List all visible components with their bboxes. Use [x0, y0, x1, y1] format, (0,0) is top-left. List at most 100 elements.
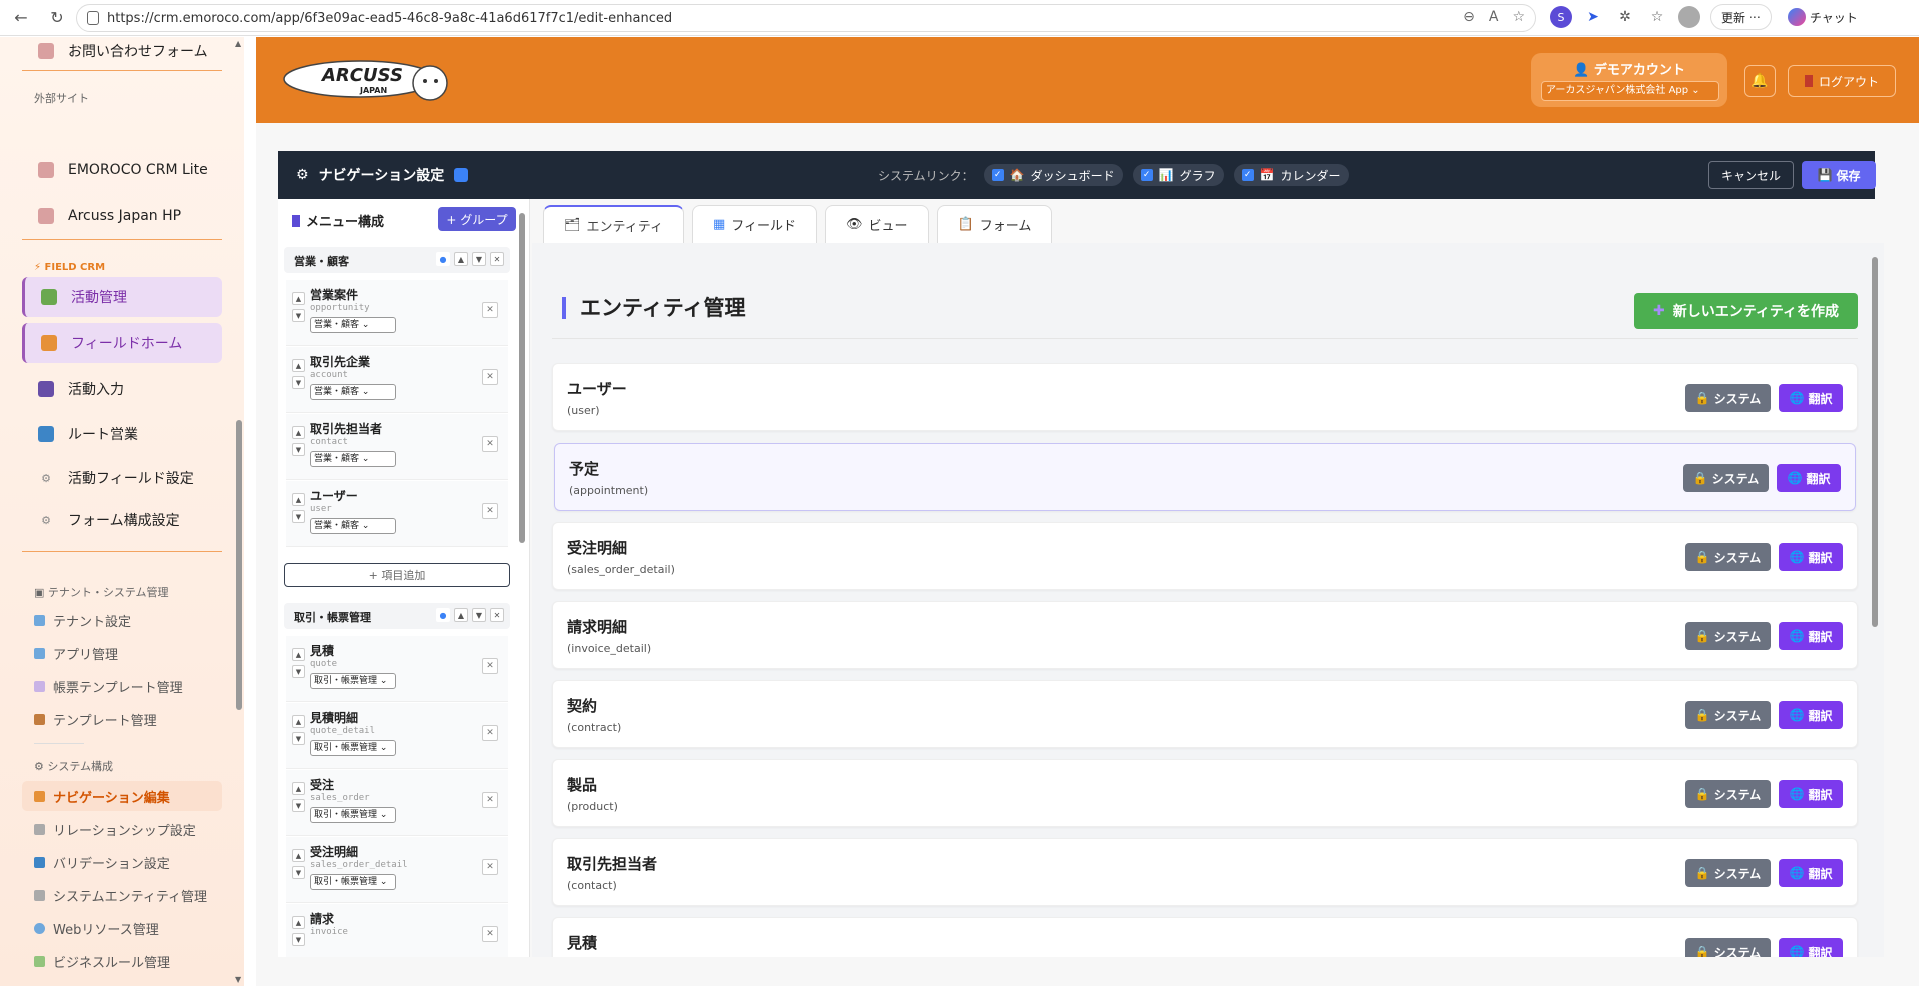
remove-item-icon[interactable]: ✕ [482, 859, 498, 875]
color-icon[interactable]: ● [436, 608, 450, 622]
system-badge-button[interactable]: 🔒 システム [1685, 938, 1771, 957]
menu-item[interactable]: ▲ ▼ 見積明細 quote_detail 取引・帳票管理 ⌄ ✕ [286, 703, 508, 769]
menu-item[interactable]: ▲ ▼ 受注明細 sales_order_detail 取引・帳票管理 ⌄ ✕ [286, 837, 508, 903]
system-badge-button[interactable]: 🔒 システム [1685, 859, 1771, 887]
sidebar-item-arcuss-hp[interactable]: Arcuss Japan HP [22, 196, 222, 236]
system-badge-button[interactable]: 🔒 システム [1685, 384, 1771, 412]
arcuss-logo[interactable]: ARCUSS JAPAN [280, 57, 460, 103]
sidebar-item-navigation-edit[interactable]: ナビゲーション編集 [22, 781, 222, 811]
move-up-icon[interactable]: ▲ [292, 648, 305, 661]
link-calendar-chip[interactable]: ✓ 📅 カレンダー [1233, 164, 1349, 186]
group-select[interactable]: 取引・帳票管理 ⌄ [310, 740, 396, 756]
group-select[interactable]: 取引・帳票管理 ⌄ [310, 874, 396, 890]
menu-item[interactable]: ▲ ▼ 取引先担当者 contact 営業・顧客 ⌄ ✕ [286, 414, 508, 480]
sidebar-item-activity-input[interactable]: 活動入力 [22, 369, 222, 409]
checkbox-icon[interactable]: ✓ [1140, 169, 1153, 181]
system-badge-button[interactable]: 🔒 システム [1685, 780, 1771, 808]
group-select[interactable]: 営業・顧客 ⌄ [310, 451, 396, 467]
save-button[interactable]: 💾 保存 [1802, 161, 1876, 189]
read-aloud-icon[interactable]: A [1489, 9, 1499, 25]
translate-button[interactable]: 🌐 翻訳 [1779, 384, 1843, 412]
entity-row[interactable]: 請求明細 (invoice_detail) 🔒 システム 🌐 翻訳 [552, 601, 1858, 669]
info-icon[interactable] [454, 168, 469, 182]
favorite-star-icon[interactable]: ☆ [1512, 9, 1525, 25]
checkbox-icon[interactable]: ✓ [1241, 169, 1254, 181]
checkbox-icon[interactable]: ✓ [991, 169, 1004, 181]
link-dashboard-chip[interactable]: ✓ 🏠 ダッシュボード [983, 164, 1123, 186]
sidebar-item-activity-mgmt[interactable]: 活動管理 [22, 277, 222, 317]
scroll-down-icon[interactable]: ▼ [235, 975, 241, 984]
remove-item-icon[interactable]: ✕ [482, 658, 498, 674]
group-select[interactable]: 営業・顧客 ⌄ [310, 518, 396, 534]
translate-button[interactable]: 🌐 翻訳 [1779, 780, 1843, 808]
move-down-icon[interactable]: ▼ [292, 933, 305, 946]
move-up-icon[interactable]: ▲ [292, 782, 305, 795]
sidebar-item-route-sales[interactable]: ルート営業 [22, 414, 222, 454]
create-entity-button[interactable]: ✚ 新しいエンティティを作成 [1634, 293, 1858, 329]
move-up-icon[interactable]: ▲ [292, 292, 305, 305]
menu-item[interactable]: ▲ ▼ 見積 quote 取引・帳票管理 ⌄ ✕ [286, 636, 508, 702]
move-down-icon[interactable]: ▼ [292, 376, 305, 389]
move-down-icon[interactable]: ▼ [292, 665, 305, 678]
extensions-puzzle-icon[interactable]: ✲ [1614, 6, 1636, 28]
translate-button[interactable]: 🌐 翻訳 [1777, 464, 1841, 492]
entity-scroll-thumb[interactable] [1872, 257, 1878, 627]
menu-scroll-thumb[interactable] [519, 213, 525, 543]
favorites-icon[interactable]: ☆ [1646, 6, 1668, 28]
profile-avatar-icon[interactable] [1678, 6, 1700, 28]
entity-row[interactable]: 契約 (contract) 🔒 システム 🌐 翻訳 [552, 680, 1858, 748]
sidebar-item-tenant-settings[interactable]: テナント設定 [22, 605, 222, 635]
add-group-button[interactable]: + グループ [438, 207, 516, 231]
remove-item-icon[interactable]: ✕ [482, 369, 498, 385]
sidebar-item-form-config[interactable]: ⚙ フォーム構成設定 [22, 500, 222, 540]
menu-scrollbar[interactable] [517, 199, 527, 957]
remove-item-icon[interactable]: ✕ [482, 725, 498, 741]
entity-row[interactable]: 受注明細 (sales_order_detail) 🔒 システム 🌐 翻訳 [552, 522, 1858, 590]
move-down-icon[interactable]: ▼ [292, 799, 305, 812]
site-info-icon[interactable] [87, 11, 99, 25]
entity-row[interactable]: ユーザー (user) 🔒 システム 🌐 翻訳 [552, 363, 1858, 431]
entity-row[interactable]: 見積 🔒 システム 🌐 翻訳 [552, 917, 1858, 957]
entity-row[interactable]: 製品 (product) 🔒 システム 🌐 翻訳 [552, 759, 1858, 827]
menu-item[interactable]: ▲ ▼ 請求 invoice ✕ [286, 904, 508, 957]
menu-group[interactable]: 取引・帳票管理 ● ▲ ▼ ✕ [284, 603, 510, 629]
update-button[interactable]: 更新 ⋯ [1710, 4, 1772, 30]
move-down-icon[interactable]: ▼ [472, 608, 486, 622]
app-select[interactable]: アーカスジャパン株式会社 App ⌄ [1541, 81, 1719, 101]
move-up-icon[interactable]: ▲ [292, 359, 305, 372]
translate-button[interactable]: 🌐 翻訳 [1779, 622, 1843, 650]
sidebar-item-validation[interactable]: バリデーション設定 [22, 847, 222, 877]
system-badge-button[interactable]: 🔒 システム [1685, 543, 1771, 571]
remove-item-icon[interactable]: ✕ [482, 503, 498, 519]
move-down-icon[interactable]: ▼ [292, 309, 305, 322]
move-up-icon[interactable]: ▲ [292, 493, 305, 506]
sidebar-item-app-mgmt[interactable]: アプリ管理 [22, 638, 222, 668]
sidebar-item-activity-field-settings[interactable]: ⚙ 活動フィールド設定 [22, 458, 222, 498]
remove-item-icon[interactable]: ✕ [482, 302, 498, 318]
move-up-icon[interactable]: ▲ [292, 916, 305, 929]
sidebar-item-emoroco-lite[interactable]: EMOROCO CRM Lite [22, 150, 222, 190]
tab-form[interactable]: 📋 フォーム [936, 205, 1053, 243]
color-icon[interactable]: ● [436, 252, 450, 266]
scroll-up-icon[interactable]: ▲ [235, 39, 241, 48]
sidebar-item-report-template[interactable]: 帳票テンプレート管理 [22, 671, 222, 701]
sidebar-item-template-mgmt[interactable]: テンプレート管理 [22, 704, 222, 734]
move-up-icon[interactable]: ▲ [454, 608, 468, 622]
remove-item-icon[interactable]: ✕ [482, 926, 498, 942]
add-item-button[interactable]: + 項目追加 [284, 563, 510, 587]
back-icon[interactable]: ← [6, 3, 36, 33]
menu-item[interactable]: ▲ ▼ 取引先企業 account 営業・顧客 ⌄ ✕ [286, 347, 508, 413]
move-down-icon[interactable]: ▼ [472, 252, 486, 266]
extension-s-icon[interactable]: S [1550, 6, 1572, 28]
move-down-icon[interactable]: ▼ [292, 866, 305, 879]
link-graph-chip[interactable]: ✓ 📊 グラフ [1132, 164, 1224, 186]
move-down-icon[interactable]: ▼ [292, 443, 305, 456]
sidebar-item-web-resource[interactable]: Webリソース管理 [22, 913, 222, 943]
delete-icon[interactable]: ✕ [490, 252, 504, 266]
sidebar-scrollbar[interactable]: ▲ ▼ [234, 37, 244, 986]
copilot-chat-button[interactable]: チャット [1782, 4, 1864, 30]
notification-bell-button[interactable]: 🔔 [1744, 65, 1776, 97]
cancel-button[interactable]: キャンセル [1708, 161, 1794, 189]
sidebar-item-system-entity[interactable]: システムエンティティ管理 [22, 880, 222, 910]
sidebar-scroll-thumb[interactable] [236, 420, 242, 710]
